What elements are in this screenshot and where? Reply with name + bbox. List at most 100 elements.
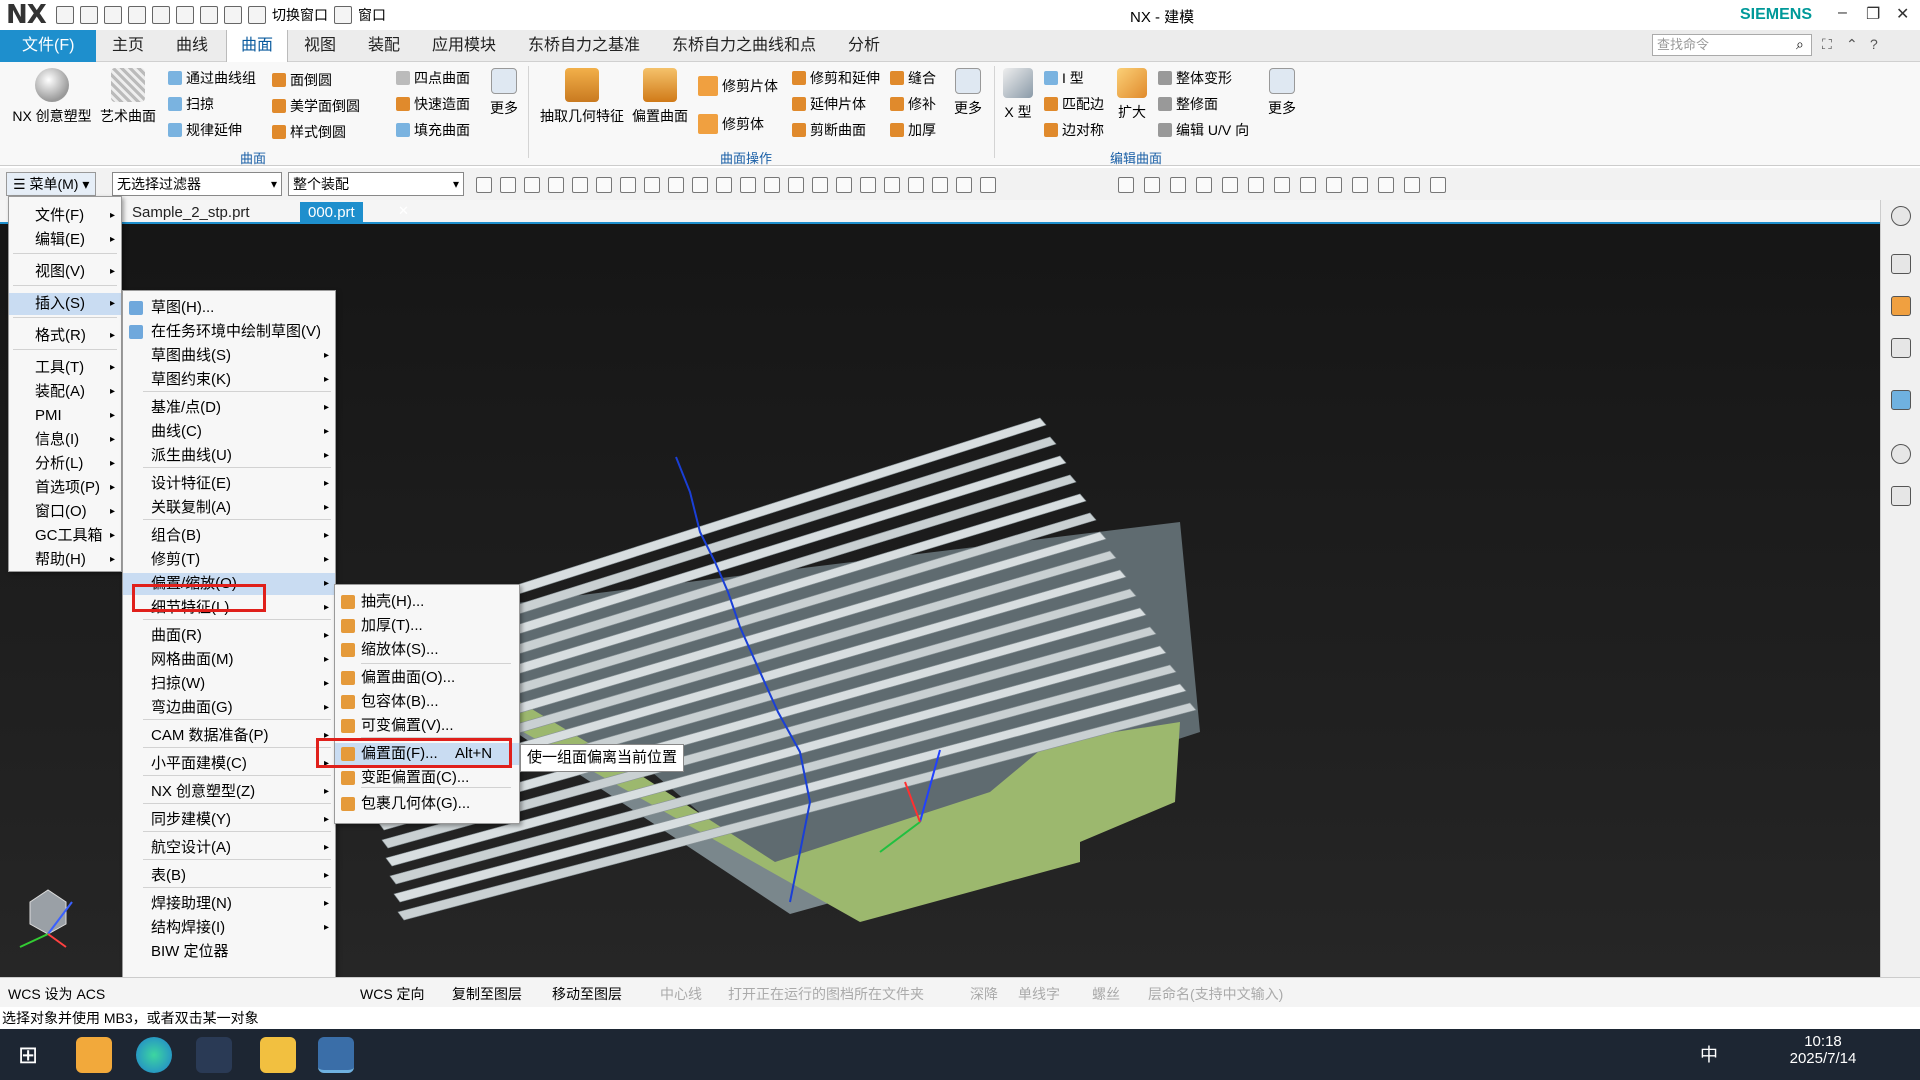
insert-menu-item[interactable]: 基准/点(D) ▸ bbox=[123, 397, 335, 419]
minimize-icon[interactable]: – bbox=[1838, 4, 1847, 22]
switch-window-button[interactable]: 切换窗口 bbox=[272, 5, 328, 25]
nx-creative-modeling-button[interactable]: NX 创意塑型 bbox=[12, 66, 92, 126]
constraint-navigator-icon[interactable] bbox=[1891, 338, 1911, 358]
divide-face-button[interactable]: 剪断曲面 bbox=[792, 120, 866, 140]
toolbar-tool-icon[interactable] bbox=[860, 177, 876, 193]
insert-menu-item[interactable]: 曲面(R) ▸ bbox=[123, 625, 335, 647]
toolbar-tool-icon[interactable] bbox=[1300, 177, 1316, 193]
tab-dongqiao-curve[interactable]: 东桥自力之曲线和点 bbox=[658, 30, 830, 62]
reuse-library-icon[interactable] bbox=[1891, 486, 1911, 506]
edge-browser-icon[interactable] bbox=[136, 1037, 172, 1073]
insert-menu-item[interactable]: 组合(B) ▸ bbox=[123, 525, 335, 547]
toolbar-tool-icon[interactable] bbox=[1170, 177, 1186, 193]
toolbar-tool-icon[interactable] bbox=[1378, 177, 1394, 193]
toolbar-tool-icon[interactable] bbox=[1274, 177, 1290, 193]
toolbar-tool-icon[interactable] bbox=[812, 177, 828, 193]
selection-filter-dropdown[interactable]: 无选择过滤器 bbox=[112, 172, 282, 196]
copy-icon[interactable] bbox=[152, 6, 170, 24]
toolbar-tool-icon[interactable] bbox=[788, 177, 804, 193]
help-icon[interactable]: ? bbox=[1870, 36, 1878, 52]
insert-menu-item[interactable]: 修剪(T) ▸ bbox=[123, 549, 335, 571]
offset-menu-variable-offset-face[interactable]: 变距偏置面(C)... bbox=[335, 767, 519, 789]
trim-sheet-button[interactable]: 修剪片体 bbox=[698, 76, 778, 96]
main-menu-gc-toolbox[interactable]: GC工具箱 ▸ bbox=[9, 525, 121, 547]
insert-menu-item[interactable]: 设计特征(E) ▸ bbox=[123, 473, 335, 495]
tab-curve[interactable]: 曲线 bbox=[162, 30, 222, 62]
insert-menu-item[interactable]: CAM 数据准备(P) ▸ bbox=[123, 725, 335, 747]
i-form-button[interactable]: I 型 bbox=[1044, 68, 1084, 88]
extract-geometry-button[interactable]: 抽取几何特征 bbox=[536, 66, 628, 126]
toolbar-tool-icon[interactable] bbox=[1222, 177, 1238, 193]
close-icon[interactable]: ✕ bbox=[1896, 4, 1909, 24]
wcs-to-acs-button[interactable]: WCS 设为 ACS bbox=[8, 984, 105, 1004]
main-menu-window[interactable]: 窗口(O) ▸ bbox=[9, 501, 121, 523]
fullscreen-icon[interactable]: ⛶ bbox=[1822, 36, 1832, 53]
offset-menu-thicken[interactable]: 加厚(T)... bbox=[335, 615, 519, 637]
close-tab-icon[interactable]: ✕ bbox=[398, 203, 409, 219]
insert-menu-item[interactable]: 弯边曲面(G) ▸ bbox=[123, 697, 335, 719]
offset-surface-button[interactable]: 偏置曲面 bbox=[628, 66, 692, 126]
tab-surface[interactable]: 曲面 bbox=[226, 30, 289, 62]
main-menu-help[interactable]: 帮助(H) ▸ bbox=[9, 549, 121, 571]
windows-start-icon[interactable]: ⊞ bbox=[18, 1041, 38, 1070]
repeat-icon[interactable] bbox=[224, 6, 242, 24]
edit-uv-button[interactable]: 编辑 U/V 向 bbox=[1158, 120, 1249, 140]
tab-view[interactable]: 视图 bbox=[290, 30, 350, 62]
toolbar-tool-icon[interactable] bbox=[548, 177, 564, 193]
main-menu-analysis[interactable]: 分析(L) ▸ bbox=[9, 453, 121, 475]
styled-blend-button[interactable]: 样式倒圆 bbox=[272, 122, 346, 142]
switch-window-icon[interactable] bbox=[248, 6, 266, 24]
save-icon[interactable] bbox=[56, 6, 74, 24]
offset-menu-shell[interactable]: 抽壳(H)... bbox=[335, 591, 519, 613]
assembly-navigator-icon[interactable] bbox=[1891, 296, 1911, 316]
main-menu-tools[interactable]: 工具(T) ▸ bbox=[9, 357, 121, 379]
toolbar-tool-icon[interactable] bbox=[524, 177, 540, 193]
search-icon[interactable]: ⌕ bbox=[1796, 36, 1804, 53]
deep-drop-button[interactable]: 深降 bbox=[970, 984, 998, 1004]
paste-icon[interactable] bbox=[176, 6, 194, 24]
nx-taskbar-icon[interactable] bbox=[318, 1037, 354, 1073]
main-menu-insert[interactable]: 插入(S) ▸ bbox=[9, 293, 121, 315]
ime-indicator[interactable]: 中 bbox=[1700, 1041, 1718, 1067]
offset-menu-offset-surface[interactable]: 偏置曲面(O)... bbox=[335, 667, 519, 689]
offset-menu-scale-body[interactable]: 缩放体(S)... bbox=[335, 639, 519, 661]
enlarge-button[interactable]: 扩大 bbox=[1112, 66, 1152, 122]
toolbar-tool-icon[interactable] bbox=[692, 177, 708, 193]
tab-application[interactable]: 应用模块 bbox=[418, 30, 510, 62]
insert-menu-item[interactable]: 曲线(C) ▸ bbox=[123, 421, 335, 443]
main-menu-assembly[interactable]: 装配(A) ▸ bbox=[9, 381, 121, 403]
toolbar-tool-icon[interactable] bbox=[932, 177, 948, 193]
file-explorer-icon[interactable] bbox=[260, 1037, 296, 1073]
offset-menu-variable-offset[interactable]: 可变偏置(V)... bbox=[335, 715, 519, 737]
toolbar-tool-icon[interactable] bbox=[740, 177, 756, 193]
offset-menu-wrap-geometry[interactable]: 包裹几何体(G)... bbox=[335, 793, 519, 815]
main-menu-file[interactable]: 文件(F) ▸ bbox=[9, 205, 121, 227]
move-to-layer-button[interactable]: 移动至图层 bbox=[552, 984, 622, 1004]
toolbar-tool-icon[interactable] bbox=[716, 177, 732, 193]
insert-menu-item[interactable]: 小平面建模(C) ▸ bbox=[123, 753, 335, 775]
insert-menu-item[interactable]: 结构焊接(I) ▸ bbox=[123, 917, 335, 939]
insert-menu-item[interactable]: 草图约束(K) ▸ bbox=[123, 369, 335, 391]
history-clock-icon[interactable] bbox=[1891, 444, 1911, 464]
collapse-ribbon-icon[interactable]: ⌃ bbox=[1846, 36, 1858, 53]
through-curves-button[interactable]: 通过曲线组 bbox=[168, 68, 256, 88]
outlook-icon[interactable] bbox=[76, 1037, 112, 1073]
trim-body-button[interactable]: 修剪体 bbox=[698, 114, 764, 134]
single-line-font-button[interactable]: 单线字 bbox=[1018, 984, 1060, 1004]
main-menu-edit[interactable]: 编辑(E) ▸ bbox=[9, 229, 121, 251]
toolbar-tool-icon[interactable] bbox=[1352, 177, 1368, 193]
more-edit-button[interactable]: 更多 bbox=[1262, 66, 1302, 118]
undo-icon[interactable] bbox=[80, 6, 98, 24]
x-form-button[interactable]: X 型 bbox=[998, 66, 1038, 122]
toolbar-tool-icon[interactable] bbox=[1248, 177, 1264, 193]
insert-menu-item[interactable]: 草图曲线(S) ▸ bbox=[123, 345, 335, 367]
insert-menu-item[interactable]: BIW 定位器 bbox=[123, 941, 335, 963]
system-clock[interactable]: 10:18 2025/7/14 bbox=[1778, 1033, 1868, 1067]
quick-surface-button[interactable]: 快速造面 bbox=[396, 94, 470, 114]
insert-menu-item[interactable]: 焊接助理(N) ▸ bbox=[123, 893, 335, 915]
menu-button[interactable]: ☰ 菜单(M) ▾ bbox=[6, 172, 97, 196]
toolbar-tool-icon[interactable] bbox=[500, 177, 516, 193]
toolbar-tool-icon[interactable] bbox=[1118, 177, 1134, 193]
screw-button[interactable]: 螺丝 bbox=[1092, 984, 1120, 1004]
toolbar-tool-icon[interactable] bbox=[884, 177, 900, 193]
